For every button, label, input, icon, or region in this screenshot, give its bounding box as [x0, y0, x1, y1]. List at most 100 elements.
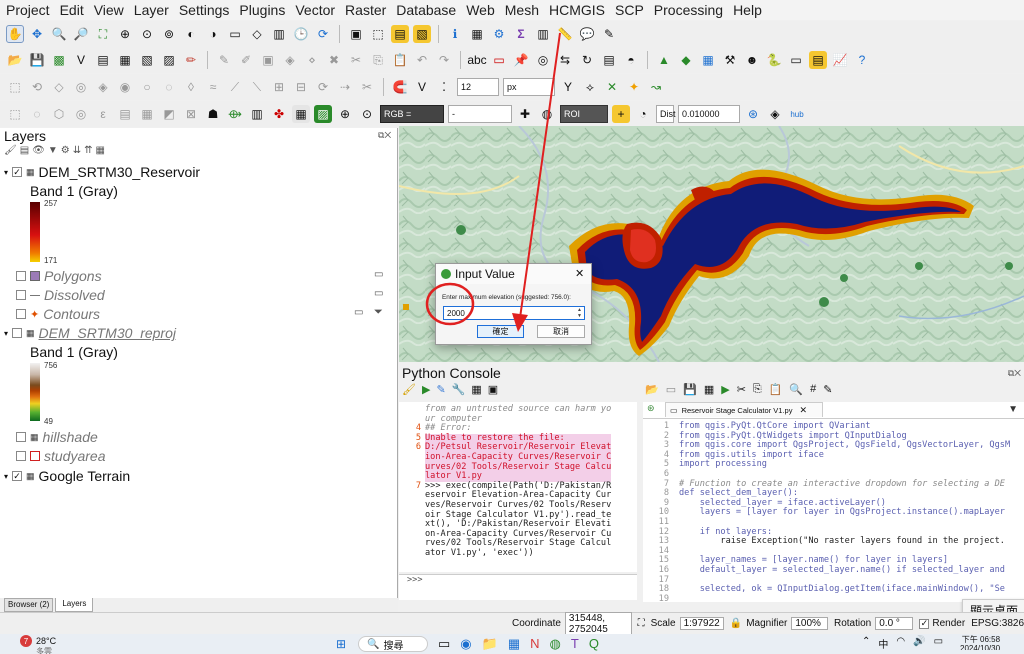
copy-icon[interactable]: ⎘: [369, 51, 387, 69]
tab-list-icon[interactable]: ▼: [1008, 404, 1018, 415]
open-project-icon[interactable]: 📂: [6, 51, 24, 69]
zoom-out-icon[interactable]: 🔎: [72, 25, 90, 43]
filter-legend-icon[interactable]: ⚙: [61, 145, 70, 156]
select-location-icon[interactable]: ◎: [72, 105, 90, 123]
zoom-last-icon[interactable]: ◐: [182, 25, 200, 43]
map-tips-icon[interactable]: 💬: [578, 25, 596, 43]
console-settings-icon[interactable]: 🔧: [452, 383, 466, 396]
new-mesh-icon[interactable]: ▨: [160, 51, 178, 69]
memory-layer-icon[interactable]: ▭: [374, 288, 383, 299]
save-as-icon[interactable]: ▦: [704, 383, 714, 396]
add-feature-icon[interactable]: ◈: [281, 51, 299, 69]
battery-icon[interactable]: ▭: [934, 636, 943, 651]
new-geopackage-icon[interactable]: ▩: [50, 51, 68, 69]
console-input[interactable]: >>>: [399, 574, 637, 600]
rotate-label-icon[interactable]: ↻: [578, 51, 596, 69]
menu-vector[interactable]: Vector: [289, 2, 339, 18]
merge-attributes-icon[interactable]: ⊟: [292, 78, 310, 96]
scp-roi-create-icon[interactable]: ▨: [314, 105, 332, 123]
select-freehand-icon[interactable]: ⬚: [6, 105, 24, 123]
scp-rgb-select[interactable]: RGB =: [380, 105, 444, 123]
simplify-icon[interactable]: ◇: [50, 78, 68, 96]
notification-badge[interactable]: 7: [20, 635, 32, 647]
layer-visibility-checkbox[interactable]: ✓: [12, 471, 23, 481]
menu-project[interactable]: Project: [0, 2, 54, 18]
help-icon[interactable]: ?: [853, 51, 871, 69]
scp-dist-input[interactable]: 0.010000: [678, 105, 740, 123]
processing-toolbox-icon[interactable]: ⚙: [490, 25, 508, 43]
scp-band-select[interactable]: -: [448, 105, 512, 123]
virtual-layer-icon[interactable]: ▧: [138, 51, 156, 69]
offset-point-icon[interactable]: ⇢: [336, 78, 354, 96]
scp-zoom-icon[interactable]: ⊕: [336, 105, 354, 123]
vertex-tool-icon[interactable]: ⋄: [303, 51, 321, 69]
memory-layer-icon[interactable]: ▭: [354, 307, 363, 318]
open-external-icon[interactable]: ▭: [666, 383, 676, 396]
snap-trace-icon[interactable]: ✕: [603, 78, 621, 96]
move-label-icon[interactable]: ⇆: [556, 51, 574, 69]
console-help-icon[interactable]: ▣: [488, 383, 498, 396]
offset-curve-icon[interactable]: ≈: [204, 78, 222, 96]
change-label-icon[interactable]: ▤: [600, 51, 618, 69]
chrome-icon[interactable]: ◍: [550, 636, 561, 652]
memory-layer-icon[interactable]: ▭: [374, 269, 383, 280]
deselect-icon[interactable]: ▧: [413, 25, 431, 43]
layer-visibility-checkbox[interactable]: [16, 290, 26, 300]
menu-web[interactable]: Web: [460, 2, 499, 18]
select-form-icon[interactable]: ▤: [116, 105, 134, 123]
ime-indicator[interactable]: 中: [878, 636, 888, 651]
scp-band-icon[interactable]: ◆: [677, 51, 695, 69]
filter-icon[interactable]: ▼: [48, 145, 58, 156]
close-tab-icon[interactable]: ✕: [799, 405, 807, 416]
paste-icon[interactable]: 📋: [391, 51, 409, 69]
menu-mesh[interactable]: Mesh: [499, 2, 543, 18]
panel-float-close-icon[interactable]: ⧉✕: [378, 130, 391, 141]
invert-select-icon[interactable]: ◩: [160, 105, 178, 123]
scp-preview-icon[interactable]: ✚: [516, 105, 534, 123]
menu-raster[interactable]: Raster: [339, 2, 390, 18]
clock[interactable]: 下午 06:58 2024/10/30: [960, 635, 1000, 650]
run-script-icon[interactable]: ▶: [721, 383, 729, 396]
save-script-icon[interactable]: 💾: [683, 383, 697, 396]
visibility-eye-icon[interactable]: 👁: [32, 145, 45, 156]
ok-button[interactable]: 確定: [477, 325, 524, 338]
layer-visibility-checkbox[interactable]: [16, 309, 26, 319]
snap-self-icon[interactable]: ✦: [625, 78, 643, 96]
dialog-close-icon[interactable]: ✕: [575, 267, 584, 280]
remove-layer-icon[interactable]: ▦: [96, 145, 105, 156]
console-output[interactable]: 456 7 from an untrusted source can harm …: [399, 402, 637, 572]
cancel-button[interactable]: 取消: [537, 325, 585, 338]
magnifier-field[interactable]: 100%: [791, 617, 828, 630]
style-brush-icon[interactable]: 🖌: [4, 145, 17, 156]
menu-edit[interactable]: Edit: [54, 2, 88, 18]
netflix-icon[interactable]: N: [530, 636, 539, 652]
new-spatialite-icon[interactable]: ▤: [94, 51, 112, 69]
menu-database[interactable]: Database: [390, 2, 460, 18]
pan-hand-icon[interactable]: ✋: [6, 25, 24, 43]
python-icon[interactable]: 🐍: [765, 51, 783, 69]
snap-mode-icon[interactable]: ⁚: [435, 78, 453, 96]
layer-dissolved[interactable]: Dissolved: [16, 286, 105, 304]
select-all-icon[interactable]: ▦: [138, 105, 156, 123]
diagram-icon[interactable]: ◓: [622, 51, 640, 69]
panel-float-close-icon[interactable]: ⧉✕: [1008, 368, 1021, 379]
delete-ring-icon[interactable]: ○: [138, 78, 156, 96]
zoom-selection-icon[interactable]: ⊚: [160, 25, 178, 43]
layer-contours[interactable]: ✦ Contours: [16, 305, 100, 323]
elevation-input[interactable]: 2000 ▲ ▼: [443, 306, 585, 320]
snapping-magnet-icon[interactable]: 🧲: [391, 78, 409, 96]
annotation-icon[interactable]: ✎: [600, 25, 618, 43]
layer-visibility-checkbox[interactable]: ✓: [12, 167, 23, 177]
pan-to-selection-icon[interactable]: ✥: [28, 25, 46, 43]
layer-visibility-checkbox[interactable]: [16, 271, 26, 281]
layer-google-terrain[interactable]: ▾ ✓ ▦ Google Terrain: [4, 467, 130, 485]
snap-intersection-icon[interactable]: Y: [559, 78, 577, 96]
mask-icon[interactable]: ☗: [204, 105, 222, 123]
find-icon[interactable]: 🔍: [789, 383, 803, 396]
run-command-icon[interactable]: ▶: [422, 383, 430, 396]
tray-chevron-icon[interactable]: ⌃: [862, 636, 870, 651]
label-icon[interactable]: abc: [467, 51, 486, 69]
save-console-icon[interactable]: ▦: [471, 383, 481, 396]
snap-vertex-icon[interactable]: V: [413, 78, 431, 96]
snap-unit-select[interactable]: px: [503, 78, 555, 96]
